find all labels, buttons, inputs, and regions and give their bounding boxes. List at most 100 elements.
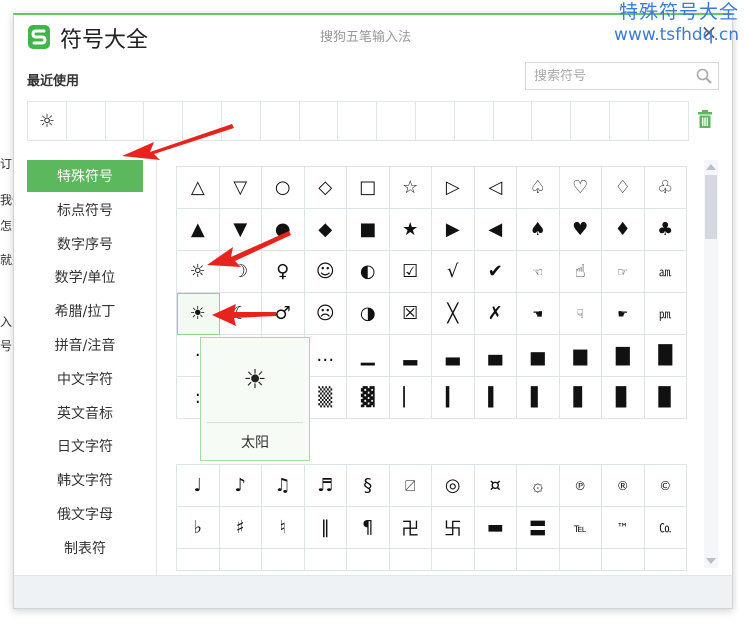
symbol-cell[interactable]: ▂ [389,335,432,377]
symbol-cell[interactable]: ♠ [517,209,560,251]
category-item[interactable]: 数学/单位 [27,261,143,293]
recent-symbol-cell[interactable]: ☼ [28,102,67,140]
symbol-cell[interactable]: ▼ [219,209,262,251]
category-item[interactable]: 英文音标 [27,397,143,429]
symbol-cell[interactable] [602,549,645,571]
symbol-cell[interactable]: ♭ [177,507,220,549]
symbol-cell[interactable]: ♣ [644,209,687,251]
symbol-cell[interactable]: 〓 [517,507,560,549]
symbol-cell[interactable]: ☟ [559,293,602,335]
symbol-cell[interactable]: ♯ [219,507,262,549]
symbol-cell[interactable]: ㏇ [644,507,687,549]
category-item[interactable]: 标点符号 [27,194,143,226]
category-item[interactable]: 日文字符 [27,430,143,462]
symbol-cell[interactable] [474,549,517,571]
symbol-cell[interactable]: √ [432,251,475,293]
search-input[interactable] [526,63,702,89]
category-item[interactable]: 数字序号 [27,228,143,260]
symbol-cell[interactable]: ☛ [602,293,645,335]
scroll-down-button[interactable] [704,554,718,568]
symbol-cell[interactable]: ☺ [304,251,347,293]
symbol-cell[interactable]: ¶ [347,507,390,549]
symbol-cell[interactable]: … [304,335,347,377]
symbol-cell[interactable]: ▓ [347,377,390,419]
symbol-cell[interactable]: ◆ [304,209,347,251]
recent-symbol-cell[interactable] [106,102,145,140]
symbol-cell[interactable]: ▋ [559,377,602,419]
symbol-cell[interactable]: ✔ [474,251,517,293]
symbol-cell[interactable]: ▶ [432,209,475,251]
symbol-cell[interactable] [262,549,305,571]
symbol-cell[interactable]: ▏ [389,377,432,419]
symbol-cell[interactable]: ◁ [474,167,517,209]
category-item[interactable]: 韩文字符 [27,464,143,496]
symbol-cell[interactable]: □ [347,167,390,209]
symbol-cell[interactable]: ◐ [347,251,390,293]
symbol-cell[interactable]: ■ [347,209,390,251]
symbol-cell[interactable]: ☼ [177,251,220,293]
symbol-cell[interactable]: ▷ [432,167,475,209]
symbol-cell[interactable] [517,549,560,571]
category-item[interactable]: 制表符 [27,532,143,564]
symbol-cell[interactable]: ♥ [559,209,602,251]
symbol-cell[interactable] [304,549,347,571]
symbol-cell[interactable]: ◎ [432,465,475,507]
symbol-cell[interactable]: ♂ [262,293,305,335]
symbol-cell[interactable]: ▌ [517,377,560,419]
symbol-cell[interactable]: ◇ [304,167,347,209]
symbol-cell[interactable]: ○ [262,167,305,209]
symbol-cell[interactable]: ☽ [219,251,262,293]
symbol-cell[interactable]: § [347,465,390,507]
category-item[interactable]: 拼音/注音 [27,329,143,361]
symbol-cell[interactable]: 卐 [432,507,475,549]
recent-symbol-cell[interactable] [222,102,261,140]
symbol-cell[interactable]: ▅ [517,335,560,377]
symbol-cell[interactable]: ‖ [304,507,347,549]
category-item[interactable]: 希腊/拉丁 [27,295,143,327]
symbol-cell[interactable]: ● [262,209,305,251]
symbol-cell[interactable]: ▍ [474,377,517,419]
recent-symbol-cell[interactable] [67,102,106,140]
scroll-thumb[interactable] [705,175,717,239]
recent-symbol-cell[interactable] [494,102,533,140]
symbol-cell[interactable]: ▁ [347,335,390,377]
symbol-cell[interactable]: ▬ [474,507,517,549]
symbol-cell[interactable]: ▇ [602,335,645,377]
symbol-cell[interactable]: ▒ [304,377,347,419]
symbol-cell[interactable]: ☀ [177,293,220,335]
symbol-cell[interactable]: ♦ [602,209,645,251]
symbol-cell[interactable]: ▊ [602,377,645,419]
symbol-cell[interactable]: ◑ [347,293,390,335]
symbol-cell[interactable] [347,549,390,571]
recent-symbol-cell[interactable] [455,102,494,140]
recent-symbol-cell[interactable] [300,102,339,140]
symbol-cell[interactable]: ☒ [389,293,432,335]
symbol-cell[interactable]: █ [644,335,687,377]
symbol-cell[interactable]: ㏘ [644,293,687,335]
symbol-cell[interactable] [389,549,432,571]
recent-symbol-cell[interactable] [416,102,455,140]
symbol-cell[interactable]: ☾ [219,293,262,335]
symbol-cell[interactable]: ▆ [559,335,602,377]
symbol-cell[interactable]: ☝ [559,251,602,293]
symbol-cell[interactable]: ▽ [219,167,262,209]
symbol-cell[interactable]: ♤ [517,167,560,209]
symbol-cell[interactable]: ♧ [644,167,687,209]
symbol-cell[interactable]: ✗ [474,293,517,335]
symbol-cell[interactable]: △ [177,167,220,209]
recent-symbol-cell[interactable] [183,102,222,140]
symbol-cell[interactable]: ♢ [602,167,645,209]
category-item[interactable]: 中文字符 [27,363,143,395]
symbol-cell[interactable]: ㏂ [644,251,687,293]
symbol-cell[interactable]: ♮ [262,507,305,549]
recent-symbol-cell[interactable] [649,102,688,140]
recent-symbol-cell[interactable] [610,102,649,140]
symbol-cell[interactable] [432,549,475,571]
symbol-cell[interactable] [644,549,687,571]
symbol-cell[interactable]: © [644,465,687,507]
symbol-cell[interactable]: ☚ [517,293,560,335]
symbol-cell[interactable]: ♡ [559,167,602,209]
symbol-cell[interactable]: ▎ [432,377,475,419]
symbol-cell[interactable]: 〼 [389,465,432,507]
symbol-cell[interactable]: ▄ [474,335,517,377]
